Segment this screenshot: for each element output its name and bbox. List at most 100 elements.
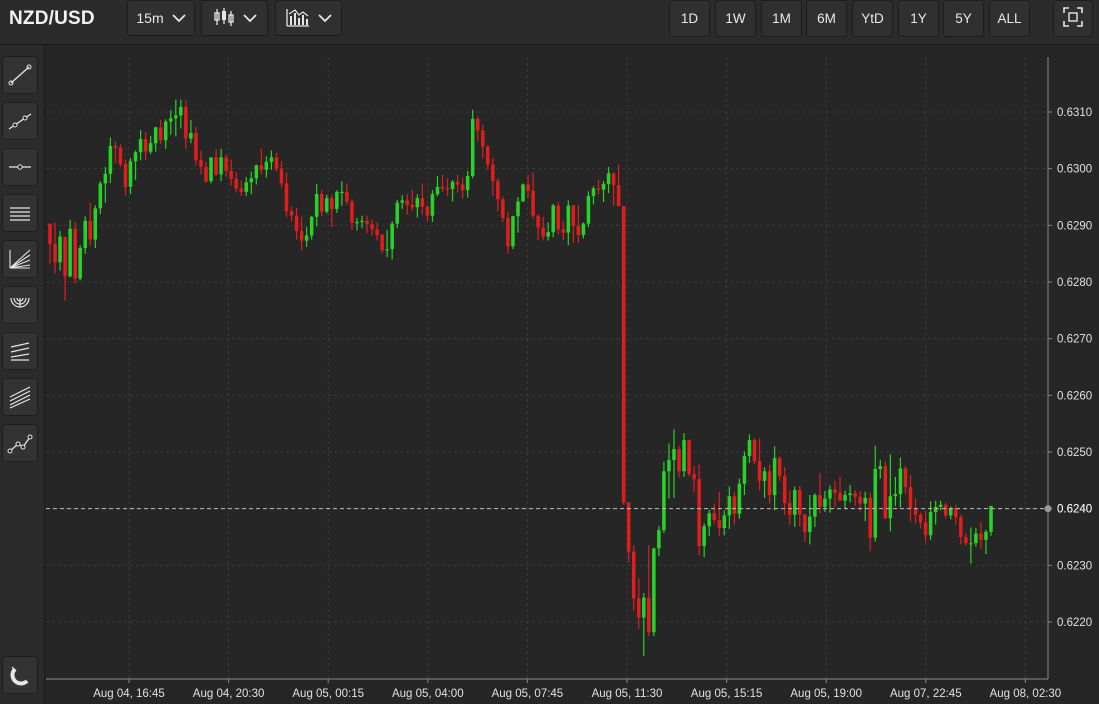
candle: [943, 502, 948, 519]
candle: [93, 205, 98, 248]
candle: [913, 498, 918, 524]
candle: [576, 204, 581, 243]
candle: [516, 197, 520, 233]
candle: [561, 220, 566, 241]
y-tick-label: 0.6220: [1057, 617, 1092, 629]
horizontal-line-tool[interactable]: [2, 148, 38, 186]
candle: [541, 216, 545, 241]
candle: [445, 178, 450, 196]
x-tick-label: Aug 05, 15:15: [691, 688, 763, 700]
parallel-channel-tool[interactable]: [2, 194, 38, 232]
range-6m-button[interactable]: 6M: [806, 0, 847, 37]
candle: [415, 194, 420, 218]
candle: [204, 161, 208, 183]
interval-dropdown[interactable]: 15m: [127, 0, 195, 36]
candle: [677, 445, 681, 478]
extended-line-icon: [8, 113, 32, 130]
candle: [269, 150, 274, 170]
candle: [163, 119, 168, 149]
magnet-tool[interactable]: [2, 656, 38, 694]
regression-channel-tool[interactable]: [2, 378, 38, 416]
candle: [219, 148, 223, 182]
candle: [682, 433, 686, 477]
candle: [964, 533, 968, 547]
candle: [772, 446, 777, 511]
candle: [652, 547, 656, 637]
candle: [521, 183, 525, 202]
candle: [355, 217, 359, 231]
candle: [224, 154, 228, 177]
interval-label: 15m: [136, 10, 164, 26]
candle: [722, 510, 727, 536]
indicators-icon: [285, 7, 310, 30]
candle: [118, 144, 123, 167]
range-ytd-button[interactable]: YtD: [852, 0, 893, 37]
range-1y-button[interactable]: 1Y: [898, 0, 939, 37]
regression-channel-icon: [9, 386, 31, 409]
candle: [506, 211, 510, 254]
candle: [425, 204, 430, 222]
candle: [53, 222, 57, 274]
candle: [184, 100, 188, 149]
price-chart[interactable]: 0.6220 0.6230 0.6240 0.6250 0.6260 0.6270 0.62…: [0, 0, 1099, 704]
candle: [626, 502, 631, 563]
candle: [687, 439, 691, 477]
candle: [194, 126, 198, 166]
magnet-icon: [10, 666, 29, 686]
candle: [596, 180, 601, 195]
candle: [83, 216, 87, 254]
candle: [486, 145, 490, 170]
pitchfork-icon: [10, 342, 30, 361]
candle: [214, 149, 218, 177]
candle: [611, 172, 616, 206]
fullscreen-icon: [1063, 7, 1083, 30]
x-tick-label: Aug 05, 07:45: [492, 688, 564, 700]
extended-line-tool[interactable]: [2, 102, 38, 140]
path-tool[interactable]: [2, 424, 38, 462]
candle: [470, 109, 475, 179]
candle: [571, 204, 576, 243]
candle: [848, 484, 852, 503]
candle: [903, 466, 908, 494]
arc-tool[interactable]: [2, 286, 38, 324]
range-1w-button[interactable]: 1W: [715, 0, 756, 37]
chevron-down-icon: [171, 10, 186, 26]
candle: [803, 514, 807, 543]
candle: [787, 490, 792, 525]
candle: [908, 475, 913, 522]
range-5y-button[interactable]: 5Y: [943, 0, 984, 37]
chevron-down-icon: [317, 10, 332, 26]
chart-type-dropdown[interactable]: [201, 0, 268, 36]
candle: [395, 199, 399, 229]
candle: [153, 126, 158, 152]
range-1d-button[interactable]: 1D: [669, 0, 710, 37]
candle: [707, 509, 711, 536]
candle: [581, 222, 586, 239]
candle: [954, 505, 958, 525]
fan-tool[interactable]: [2, 240, 38, 278]
fullscreen-button[interactable]: [1053, 0, 1093, 37]
candle: [727, 486, 732, 530]
indicators-dropdown[interactable]: [275, 0, 342, 36]
candle: [979, 521, 983, 549]
candle: [133, 150, 138, 180]
top-toolbar: NZD/USD 15m 1D 1W 1M 6M YtD 1Y 5Y ALL: [0, 0, 1099, 45]
range-all-button[interactable]: ALL: [989, 0, 1030, 37]
candle: [179, 99, 183, 129]
trend-line-tool[interactable]: [2, 56, 38, 94]
candle: [586, 191, 591, 228]
y-tick-label: 0.6300: [1057, 164, 1092, 176]
candle: [767, 465, 772, 504]
candle: [808, 495, 812, 545]
candle: [304, 227, 309, 247]
candle: [883, 461, 888, 519]
candle: [752, 438, 757, 464]
pitchfork-tool[interactable]: [2, 332, 38, 370]
range-1m-button[interactable]: 1M: [761, 0, 802, 37]
candle: [531, 172, 535, 219]
drawing-toolbar: [0, 45, 45, 704]
candle: [591, 186, 596, 205]
candle: [410, 189, 415, 211]
candle: [390, 221, 394, 260]
candle: [989, 505, 993, 536]
